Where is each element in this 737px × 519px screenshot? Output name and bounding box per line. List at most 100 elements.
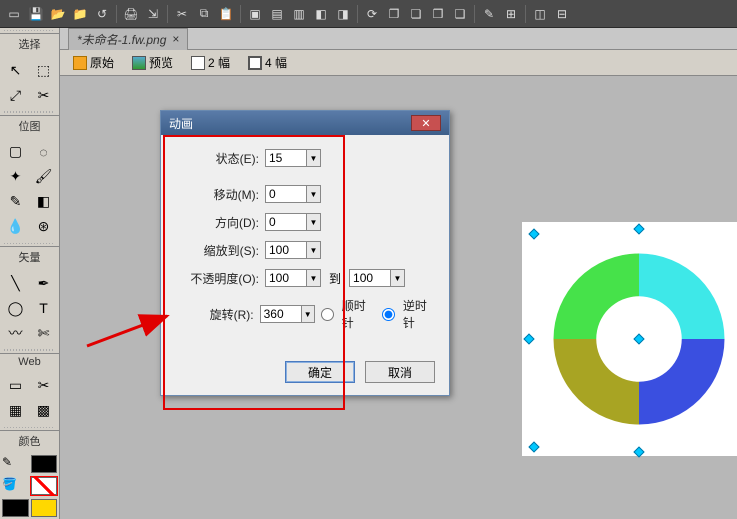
states-input[interactable] [265, 149, 307, 167]
panel-grip[interactable] [4, 427, 55, 428]
states-label: 状态(E): [175, 150, 265, 167]
opacity-row: 不透明度(O): ▼ 到 ▼ [175, 269, 435, 287]
panel-grip[interactable] [4, 30, 55, 31]
opacity-to-dropdown-icon[interactable]: ▼ [391, 269, 405, 287]
tb-new-icon[interactable]: ▭ [4, 4, 24, 24]
opacity-to-label: 到 [329, 270, 341, 287]
lasso-tool-icon[interactable]: ◌ [30, 140, 57, 164]
selection-handle[interactable] [528, 441, 539, 452]
tb-bringfwd-icon[interactable]: ❑ [450, 4, 470, 24]
opacity-from-dropdown-icon[interactable]: ▼ [307, 269, 321, 287]
pointer-tool-icon[interactable]: ↖ [2, 58, 29, 82]
tools-panel: 选择 ↖ ⬚ ⤢ ✂ 位图 ▢ ◌ ✦ 🖌 ✎ ◧ 💧 ⊛ 矢量 ╲ ✒ ◯ T… [0, 28, 60, 519]
view-original-button[interactable]: 原始 [66, 51, 121, 74]
scale-input[interactable] [265, 241, 307, 259]
dialog-close-button[interactable]: ✕ [411, 115, 441, 131]
selection-handle[interactable] [523, 333, 534, 344]
ok-button[interactable]: 确定 [285, 361, 355, 383]
tb-front-icon[interactable]: ▤ [267, 4, 287, 24]
dialog-titlebar[interactable]: 动画 ✕ [161, 111, 449, 135]
brush-tool-icon[interactable]: 🖌 [30, 165, 57, 189]
swap-colors[interactable] [31, 499, 58, 517]
tb-alignl-icon[interactable]: ◧ [311, 4, 331, 24]
separator [167, 5, 168, 23]
rotate-input[interactable] [260, 305, 302, 323]
shape-tool-icon[interactable]: ◯ [2, 296, 29, 320]
direction-dropdown-icon[interactable]: ▼ [307, 213, 321, 231]
tb-paste-icon[interactable]: 📋 [216, 4, 236, 24]
knife-tool-icon[interactable]: ✄ [30, 321, 57, 345]
view-4up-button[interactable]: 4 幅 [241, 51, 294, 74]
ccw-radio[interactable] [382, 308, 395, 321]
tb-group-icon[interactable]: ▣ [245, 4, 265, 24]
line-tool-icon[interactable]: ╲ [2, 271, 29, 295]
stamp-tool-icon[interactable]: ⊛ [30, 215, 57, 239]
tb-rotate-icon[interactable]: ⟳ [362, 4, 382, 24]
canvas-object[interactable] [522, 222, 737, 456]
marquee-tool-icon[interactable]: ▢ [2, 140, 29, 164]
blur-tool-icon[interactable]: 💧 [2, 215, 29, 239]
slice-tool-icon[interactable]: ✂ [30, 374, 57, 398]
tb-back-icon[interactable]: ▥ [289, 4, 309, 24]
selection-handle[interactable] [528, 228, 539, 239]
separator [525, 5, 526, 23]
tb-misc1-icon[interactable]: ◫ [530, 4, 550, 24]
tb-cut-icon[interactable]: ✂ [172, 4, 192, 24]
default-colors[interactable] [2, 499, 29, 517]
panel-grip[interactable] [4, 349, 55, 350]
tb-import-icon[interactable]: ⇲ [143, 4, 163, 24]
states-dropdown-icon[interactable]: ▼ [307, 149, 321, 167]
eraser-tool-icon[interactable]: ◧ [30, 190, 57, 214]
scale-dropdown-icon[interactable]: ▼ [307, 241, 321, 259]
opacity-to-input[interactable] [349, 269, 391, 287]
fill-bucket-icon[interactable]: 🪣 [2, 477, 29, 495]
pencil-tool-icon[interactable]: ✎ [2, 190, 29, 214]
tb-alignr-icon[interactable]: ◨ [333, 4, 353, 24]
direction-input[interactable] [265, 213, 307, 231]
document-tab[interactable]: *未命名-1.fw.png × [68, 28, 188, 50]
dialog-title-text: 动画 [169, 115, 193, 132]
scale-tool-icon[interactable]: ⤢ [2, 83, 29, 107]
move-input[interactable] [265, 185, 307, 203]
stroke-eyedrop-icon[interactable]: ✎ [2, 455, 29, 473]
scale-row: 缩放到(S): ▼ [175, 241, 435, 259]
tb-merge-icon[interactable]: ⊞ [501, 4, 521, 24]
tab-close-icon[interactable]: × [172, 32, 179, 46]
fill-color-swatch[interactable] [31, 477, 58, 495]
freeform-tool-icon[interactable]: 〰 [2, 321, 29, 345]
cw-label: 顺时针 [342, 297, 374, 331]
section-bitmap: 位图 [0, 115, 59, 138]
tb-path-icon[interactable]: ✎ [479, 4, 499, 24]
panel-grip[interactable] [4, 111, 55, 112]
tb-zstack-icon[interactable]: ❒ [428, 4, 448, 24]
opacity-label: 不透明度(O): [175, 270, 265, 287]
pen-tool-icon[interactable]: ✒ [30, 271, 57, 295]
opacity-from-input[interactable] [265, 269, 307, 287]
tb-print-icon[interactable]: 🖨 [121, 4, 141, 24]
selection-handle[interactable] [633, 223, 644, 234]
tb-open2-icon[interactable]: 📁 [70, 4, 90, 24]
selection-handle[interactable] [633, 446, 644, 457]
cancel-button[interactable]: 取消 [365, 361, 435, 383]
tb-layers-icon[interactable]: ❐ [384, 4, 404, 24]
hide-tool-icon[interactable]: ▦ [2, 399, 29, 423]
rotate-dropdown-icon[interactable]: ▼ [302, 305, 315, 323]
move-dropdown-icon[interactable]: ▼ [307, 185, 321, 203]
crop-tool-icon[interactable]: ✂ [30, 83, 57, 107]
cw-radio[interactable] [321, 308, 334, 321]
hotspot-tool-icon[interactable]: ▭ [2, 374, 29, 398]
tb-copy-icon[interactable]: ⧉ [194, 4, 214, 24]
view-2up-button[interactable]: 2 幅 [184, 51, 237, 74]
show-tool-icon[interactable]: ▩ [30, 399, 57, 423]
tb-save-icon[interactable]: 💾 [26, 4, 46, 24]
subselect-tool-icon[interactable]: ⬚ [30, 58, 57, 82]
view-preview-button[interactable]: 预览 [125, 51, 180, 74]
tb-stack-icon[interactable]: ❏ [406, 4, 426, 24]
tb-open-icon[interactable]: 📂 [48, 4, 68, 24]
stroke-color-swatch[interactable] [31, 455, 58, 473]
panel-grip[interactable] [4, 243, 55, 244]
tb-misc2-icon[interactable]: ⊟ [552, 4, 572, 24]
wand-tool-icon[interactable]: ✦ [2, 165, 29, 189]
text-tool-icon[interactable]: T [30, 296, 57, 320]
tb-history-icon[interactable]: ↺ [92, 4, 112, 24]
